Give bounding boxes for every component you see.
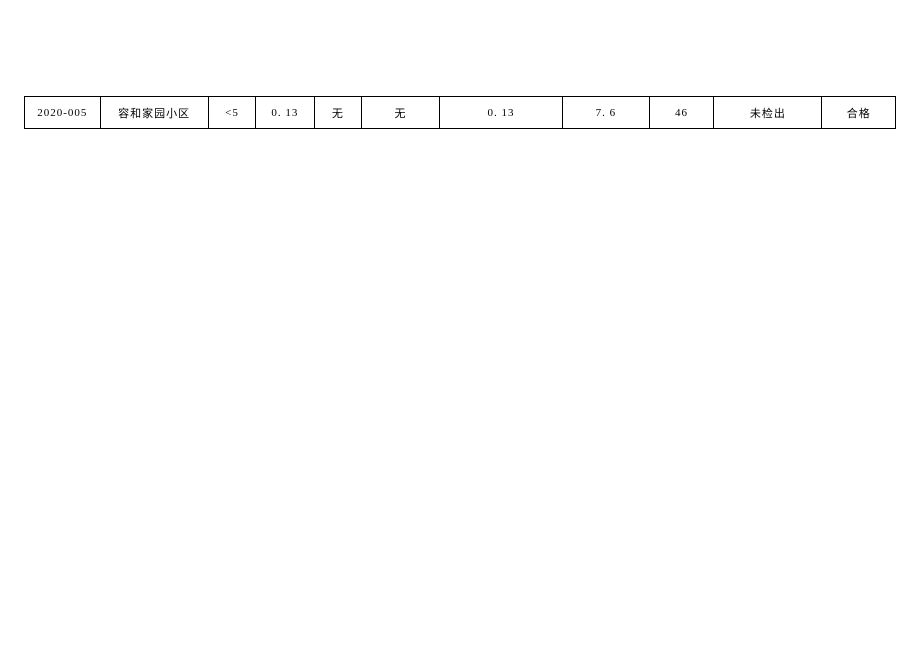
cell-value-3: 无 <box>314 97 362 129</box>
cell-value-1: <5 <box>208 97 256 129</box>
cell-value-5: 0. 13 <box>439 97 562 129</box>
table-row: 2020-005 容和家园小区 <5 0. 13 无 无 0. 13 7. 6 … <box>25 97 896 129</box>
cell-value-8: 未检出 <box>714 97 822 129</box>
cell-value-6: 7. 6 <box>563 97 649 129</box>
data-table-container: 2020-005 容和家园小区 <5 0. 13 无 无 0. 13 7. 6 … <box>24 96 896 129</box>
cell-result: 合格 <box>822 97 896 129</box>
cell-location: 容和家园小区 <box>100 97 208 129</box>
data-table: 2020-005 容和家园小区 <5 0. 13 无 无 0. 13 7. 6 … <box>24 96 896 129</box>
cell-value-7: 46 <box>649 97 714 129</box>
cell-value-2: 0. 13 <box>256 97 314 129</box>
cell-value-4: 无 <box>362 97 440 129</box>
cell-id: 2020-005 <box>25 97 101 129</box>
